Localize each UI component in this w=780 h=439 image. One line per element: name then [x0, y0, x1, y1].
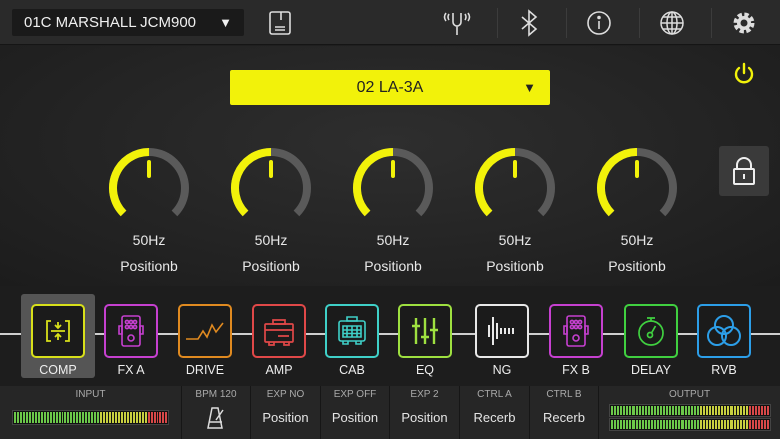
output-label: OUTPUT: [668, 389, 711, 400]
module-type-dropdown[interactable]: 02 LA-3A ▼: [230, 70, 550, 105]
chain-block-comp[interactable]: COMP: [21, 294, 95, 378]
chain-block-label: AMP: [265, 363, 293, 377]
stopwatch-icon: [624, 304, 678, 358]
knob-value: 50Hz: [254, 232, 288, 248]
knob-dial[interactable]: [465, 140, 565, 228]
knob[interactable]: 50Hz Positionb: [221, 140, 321, 274]
ctrl-b-label: CTRL B: [546, 389, 582, 400]
input-label: INPUT: [75, 389, 106, 400]
chain-block-delay[interactable]: DELAY: [614, 294, 688, 378]
output-meter-cell: OUTPUT: [599, 386, 780, 439]
gear-icon[interactable]: [727, 6, 761, 40]
bluetooth-icon[interactable]: [512, 6, 546, 40]
ctrl-a-button[interactable]: CTRL A Recerb: [460, 386, 530, 439]
knob-dial[interactable]: [587, 140, 687, 228]
ctrl-a-value: Recerb: [473, 410, 516, 425]
chain-block-fx-b[interactable]: FX B: [539, 294, 613, 378]
bpm-label: BPM 120: [195, 389, 237, 400]
exp-no-button[interactable]: EXP NO Position: [251, 386, 321, 439]
exp-no-label: EXP NO: [266, 389, 305, 400]
knob-label: Positionb: [120, 258, 178, 274]
knob-label: Positionb: [608, 258, 666, 274]
lock-icon: [733, 157, 755, 185]
ctrl-a-label: CTRL A: [477, 389, 512, 400]
chain-block-fx-a[interactable]: FX A: [94, 294, 168, 378]
chevron-down-icon: ▼: [523, 80, 536, 95]
chain-block-label: DRIVE: [185, 363, 225, 377]
knob-label: Positionb: [486, 258, 544, 274]
knob-value: 50Hz: [620, 232, 654, 248]
chain-block-label: RVB: [711, 363, 737, 377]
chain-block-ng[interactable]: NG: [465, 294, 539, 378]
exp-off-button[interactable]: EXP OFF Position: [321, 386, 390, 439]
output-meter-left: [609, 404, 771, 417]
globe-icon[interactable]: [655, 6, 689, 40]
chain-block-label: DELAY: [630, 363, 672, 377]
pedal-icon: [104, 304, 158, 358]
knob-value: 50Hz: [132, 232, 166, 248]
exp-off-value: Position: [331, 410, 379, 425]
exp-off-label: EXP OFF: [333, 389, 377, 400]
pedal-icon: [549, 304, 603, 358]
chain-block-rvb[interactable]: RVB: [687, 294, 761, 378]
knob-value: 50Hz: [376, 232, 410, 248]
chain-block-label: EQ: [415, 363, 435, 377]
drive-wave-icon: [178, 304, 232, 358]
metronome-icon: [207, 407, 224, 429]
input-meter: [12, 410, 169, 425]
bpm-button[interactable]: BPM 120: [182, 386, 251, 439]
chain-block-cab[interactable]: CAB: [315, 294, 389, 378]
reverb-circles-icon: [697, 304, 751, 358]
preset-dropdown[interactable]: 01C MARSHALL JCM900 ▼: [12, 9, 244, 36]
knob-dial[interactable]: [99, 140, 199, 228]
tuner-icon[interactable]: [440, 6, 474, 40]
chevron-down-icon: ▼: [219, 15, 232, 30]
knob-dial[interactable]: [221, 140, 321, 228]
power-icon[interactable]: [731, 61, 757, 92]
knob-value: 50Hz: [498, 232, 532, 248]
cabinet-icon: [325, 304, 379, 358]
input-meter-cell: INPUT: [0, 386, 182, 439]
knob[interactable]: 50Hz Positionb: [99, 140, 199, 274]
preset-name: 01C MARSHALL JCM900: [24, 14, 197, 31]
exp2-label: EXP 2: [410, 389, 439, 400]
module-name: 02 LA-3A: [356, 79, 424, 96]
output-meter-right: [609, 418, 771, 431]
amp-icon: [252, 304, 306, 358]
chain-block-label: FX A: [117, 363, 145, 377]
save-icon[interactable]: [263, 6, 297, 40]
knob-label: Positionb: [242, 258, 300, 274]
noise-gate-icon: [475, 304, 529, 358]
lock-button[interactable]: [719, 146, 769, 196]
chain-block-label: CAB: [339, 363, 365, 377]
chain-block-eq[interactable]: EQ: [388, 294, 462, 378]
ctrl-b-value: Recerb: [543, 410, 585, 425]
eq-sliders-icon: [398, 304, 452, 358]
compressor-icon: [31, 304, 85, 358]
chain-block-label: COMP: [39, 363, 77, 377]
chain-block-label: NG: [492, 363, 512, 377]
knob-dial[interactable]: [343, 140, 443, 228]
knob[interactable]: 50Hz Positionb: [465, 140, 565, 274]
info-icon[interactable]: [582, 6, 616, 40]
ctrl-b-button[interactable]: CTRL B Recerb: [530, 386, 599, 439]
chain-block-amp[interactable]: AMP: [242, 294, 316, 378]
exp-no-value: Position: [262, 410, 309, 425]
knob[interactable]: 50Hz Positionb: [343, 140, 443, 274]
exp2-value: Position: [401, 410, 448, 425]
exp2-button[interactable]: EXP 2 Position: [390, 386, 460, 439]
knob-label: Positionb: [364, 258, 422, 274]
chain-block-label: FX B: [562, 363, 590, 377]
knob[interactable]: 50Hz Positionb: [587, 140, 687, 274]
chain-block-drive[interactable]: DRIVE: [168, 294, 242, 378]
